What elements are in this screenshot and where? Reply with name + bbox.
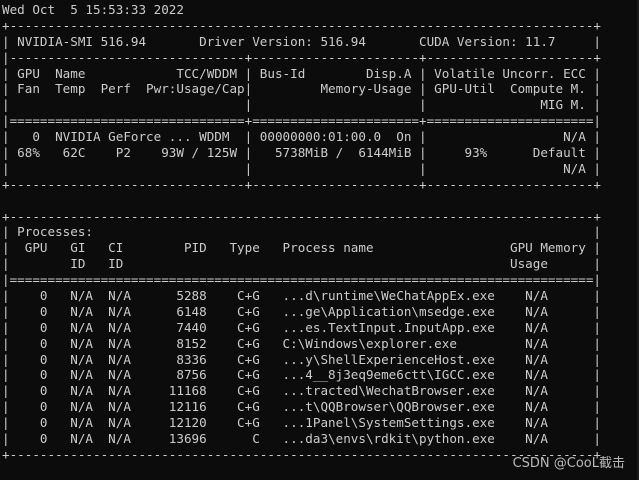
process-row: | 0 N/A N/A 8756 C+G ...4__8j3eq9eme6ctt… bbox=[2, 367, 601, 383]
process-row: | 0 N/A N/A 13696 C ...da3\envs\rdkit\py… bbox=[2, 431, 601, 447]
process-row: | 0 N/A N/A 12120 C+G ...1Panel\SystemSe… bbox=[2, 415, 601, 431]
processes-header-1: | GPU GI CI PID Type Process name GPU Me… bbox=[2, 240, 601, 256]
process-row: | 0 N/A N/A 5288 C+G ...d\runtime\WeChat… bbox=[2, 288, 601, 304]
terminal-window[interactable]: Wed Oct 5 15:53:33 2022 +----------------… bbox=[0, 0, 639, 480]
processes-separator: |=======================================… bbox=[2, 272, 601, 288]
csdn-watermark: CSDN @CooL截击 bbox=[512, 456, 625, 471]
process-row: | 0 N/A N/A 6148 C+G ...ge\Application\m… bbox=[2, 303, 601, 319]
terminal-output: Wed Oct 5 15:53:33 2022 +----------------… bbox=[2, 2, 601, 463]
process-row: | 0 N/A N/A 12116 C+G ...t\QQBrowser\QQB… bbox=[2, 399, 601, 415]
processes-header-2: | ID ID Usage | bbox=[2, 256, 601, 272]
version-line: | NVIDIA-SMI 516.94 Driver Version: 516.… bbox=[2, 33, 601, 49]
gpu-header-line-2: | Fan Temp Perf Pwr:Usage/Cap| Memory-Us… bbox=[2, 81, 601, 97]
gpu-row-line-2: | 68% 62C P2 93W / 125W | 5738MiB / 6144… bbox=[2, 145, 601, 161]
process-row: | 0 N/A N/A 7440 C+G ...es.TextInput.Inp… bbox=[2, 319, 601, 335]
gpu-header-line-3: | | | MIG M. | bbox=[2, 97, 601, 113]
process-row: | 0 N/A N/A 8152 C+G C:\Windows\explorer… bbox=[2, 335, 601, 351]
table-border-bottom: +-------------------------------+-------… bbox=[2, 176, 601, 192]
processes-border-bottom: +---------------------------------------… bbox=[2, 446, 601, 462]
process-row: | 0 N/A N/A 11168 C+G ...tracted\WechatB… bbox=[2, 383, 601, 399]
gpu-header-line-1: | GPU Name TCC/WDDM | Bus-Id Disp.A | Vo… bbox=[2, 65, 601, 81]
process-row: | 0 N/A N/A 8336 C+G ...y\ShellExperienc… bbox=[2, 351, 601, 367]
gpu-row-line-1: | 0 NVIDIA GeForce ... WDDM | 00000000:0… bbox=[2, 129, 601, 145]
table-divider: |-------------------------------+-------… bbox=[2, 49, 601, 65]
timestamp-line: Wed Oct 5 15:53:33 2022 bbox=[2, 2, 184, 17]
header-separator: |===============================+=======… bbox=[2, 113, 601, 129]
table-border-top: +---------------------------------------… bbox=[2, 17, 601, 33]
processes-border-top: +---------------------------------------… bbox=[2, 208, 601, 224]
gpu-row-line-3: | | | N/A | bbox=[2, 160, 601, 176]
processes-title: | Processes: | bbox=[2, 224, 601, 240]
